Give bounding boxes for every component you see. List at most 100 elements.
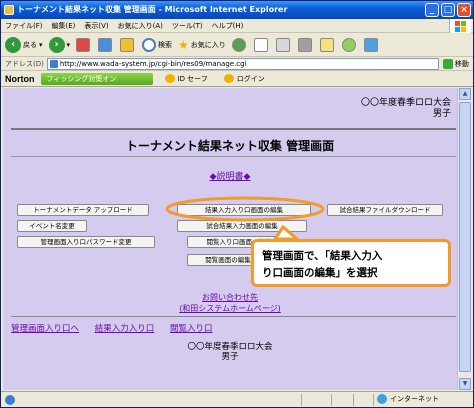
mail-icon bbox=[253, 37, 268, 52]
status-separator bbox=[301, 394, 302, 406]
search-label: 検索 bbox=[158, 40, 173, 49]
back-arrow-icon: ‹ bbox=[5, 36, 21, 53]
print-button[interactable] bbox=[275, 37, 292, 52]
login-button[interactable]: ログイン bbox=[223, 74, 265, 84]
instruction-callout: 管理画面で、「結果入力入 り口画面の編集」を選択 bbox=[251, 239, 451, 287]
messenger-button[interactable] bbox=[341, 37, 358, 52]
search-icon bbox=[142, 37, 157, 52]
status-separator bbox=[353, 394, 354, 406]
back-label: 戻る bbox=[23, 40, 37, 49]
ie-app-icon bbox=[4, 5, 14, 15]
history-button[interactable] bbox=[231, 37, 248, 52]
edit-icon bbox=[297, 37, 312, 52]
research-button[interactable] bbox=[363, 37, 380, 52]
address-bar: アドレス(D) http://www.wada-system.jp/cgi-bi… bbox=[1, 57, 473, 71]
chevron-down-icon: ▾ bbox=[39, 40, 43, 49]
inquiry-link[interactable]: お問い合わせ先 (和田システムホームページ) bbox=[3, 292, 457, 314]
page-footer: 〇〇年度春季ロロ大会 男子 bbox=[3, 342, 457, 362]
login-label: ログイン bbox=[236, 74, 265, 83]
callout-text-line2: り口画面の編集」を選択 bbox=[262, 267, 378, 279]
norton-toolbar: Norton フィッシング対策オン ID セーフ ログイン bbox=[1, 71, 473, 87]
print-icon bbox=[275, 37, 290, 52]
download-button[interactable]: 試合結果ファイルダウンロード bbox=[327, 204, 443, 216]
norton-logo: Norton bbox=[5, 73, 35, 84]
menu-edit[interactable]: 編集(E) bbox=[52, 21, 76, 31]
close-button[interactable]: × bbox=[457, 3, 471, 17]
result-input-entrance-link[interactable]: 結果入力入り口 bbox=[95, 324, 155, 334]
page-header: 〇〇年度春季ロロ大会 男子 bbox=[361, 98, 451, 120]
research-icon bbox=[363, 37, 378, 52]
page-title: トーナメント結果ネット収集 管理画面 bbox=[125, 139, 335, 153]
go-label: 移動 bbox=[454, 59, 469, 68]
scroll-up-icon[interactable]: ▲ bbox=[459, 88, 471, 100]
status-separator bbox=[331, 394, 332, 406]
callout-text-line1: 管理画面で、「結果入力入 bbox=[262, 250, 383, 262]
menu-view[interactable]: 表示(V) bbox=[84, 21, 108, 31]
match-result-input-edit-button[interactable]: 試合結果入力画面の編集 bbox=[177, 220, 307, 232]
tournament-upload-button[interactable]: トーナメントデータ アップロード bbox=[17, 204, 149, 216]
home-icon bbox=[120, 37, 135, 52]
search-button[interactable]: 検索 bbox=[142, 37, 173, 52]
inquiry-label: お問い合わせ先 bbox=[202, 293, 258, 302]
divider bbox=[11, 316, 456, 317]
standard-toolbar: ‹ 戻る ▾ › ▾ 検索 ★ お気に入り bbox=[1, 33, 473, 57]
favorites-label: お気に入り bbox=[190, 40, 226, 49]
address-input[interactable]: http://www.wada-system.jp/cgi-bin/res09/… bbox=[46, 57, 439, 70]
stop-icon bbox=[76, 37, 91, 52]
browser-window: トーナメント結果ネット収集 管理画面 - Microsoft Internet … bbox=[0, 0, 474, 408]
windows-logo-icon bbox=[449, 19, 471, 33]
login-icon bbox=[223, 74, 234, 83]
divider bbox=[11, 128, 456, 130]
status-separator bbox=[373, 394, 374, 406]
status-bar: インターネット bbox=[1, 391, 473, 407]
maximize-button[interactable]: □ bbox=[441, 3, 455, 17]
id-safe-icon bbox=[164, 74, 175, 83]
home-button[interactable] bbox=[120, 37, 136, 52]
forward-arrow-icon: › bbox=[48, 36, 65, 53]
event-rename-button[interactable]: イベント名変更 bbox=[17, 220, 87, 232]
messenger-icon bbox=[341, 37, 356, 52]
vertical-scrollbar[interactable]: ▲ ▼ bbox=[457, 88, 471, 390]
discuss-button[interactable] bbox=[319, 37, 336, 52]
refresh-icon bbox=[98, 37, 113, 52]
menu-file[interactable]: ファイル(F) bbox=[5, 21, 43, 31]
edit-button[interactable] bbox=[297, 37, 314, 52]
address-label: アドレス(D) bbox=[5, 59, 44, 68]
id-safe-button[interactable]: ID セーフ bbox=[164, 74, 208, 84]
star-icon: ★ bbox=[178, 37, 189, 52]
page-status-icon bbox=[5, 394, 15, 405]
back-button[interactable]: ‹ 戻る ▾ bbox=[5, 36, 43, 53]
refresh-button[interactable] bbox=[98, 37, 114, 52]
manual-link[interactable]: ◆説明書◆ bbox=[3, 169, 457, 182]
forward-button[interactable]: › ▾ bbox=[48, 36, 71, 53]
zone-label: インターネット bbox=[390, 395, 439, 403]
tournament-name: 〇〇年度春季ロロ大会 bbox=[360, 98, 451, 108]
stop-button[interactable] bbox=[76, 37, 92, 52]
divider bbox=[11, 156, 456, 157]
minimize-button[interactable]: _ bbox=[425, 3, 439, 17]
menu-favorites[interactable]: お気に入り(A) bbox=[118, 21, 163, 31]
footer-tournament-category: 男子 bbox=[221, 352, 239, 362]
admin-password-button[interactable]: 管理画面入り口パスワード変更 bbox=[17, 236, 155, 248]
footer-tournament-name: 〇〇年度春季ロロ大会 bbox=[187, 342, 273, 352]
chevron-down-icon: ▾ bbox=[66, 40, 71, 49]
note-icon bbox=[319, 37, 334, 52]
menu-help[interactable]: ヘルプ(H) bbox=[212, 21, 244, 31]
mail-button[interactable] bbox=[253, 37, 270, 52]
bottom-links: 管理画面入り口へ 結果入力入り口 閲覧入り口 bbox=[11, 322, 225, 334]
scrollbar-thumb[interactable] bbox=[459, 102, 471, 372]
history-icon bbox=[231, 37, 246, 52]
homepage-label: (和田システムホームページ) bbox=[179, 304, 281, 313]
tournament-category: 男子 bbox=[432, 109, 451, 119]
go-button[interactable]: 移動 bbox=[442, 58, 469, 69]
menu-tools[interactable]: ツール(T) bbox=[172, 21, 203, 31]
favorites-button[interactable]: ★ お気に入り bbox=[178, 38, 226, 52]
phishing-protection-toggle[interactable]: フィッシング対策オン bbox=[40, 72, 153, 85]
view-entrance-link[interactable]: 閲覧入り口 bbox=[170, 324, 213, 334]
menu-bar: ファイル(F) 編集(E) 表示(V) お気に入り(A) ツール(T) ヘルプ(… bbox=[1, 19, 473, 33]
result-input-edit-button[interactable]: 結果入力入り口画面の編集 bbox=[177, 204, 311, 216]
go-arrow-icon bbox=[442, 58, 453, 69]
scroll-down-icon[interactable]: ▼ bbox=[459, 378, 471, 390]
admin-entrance-link[interactable]: 管理画面入り口へ bbox=[11, 324, 79, 334]
id-safe-label: ID セーフ bbox=[177, 74, 208, 83]
